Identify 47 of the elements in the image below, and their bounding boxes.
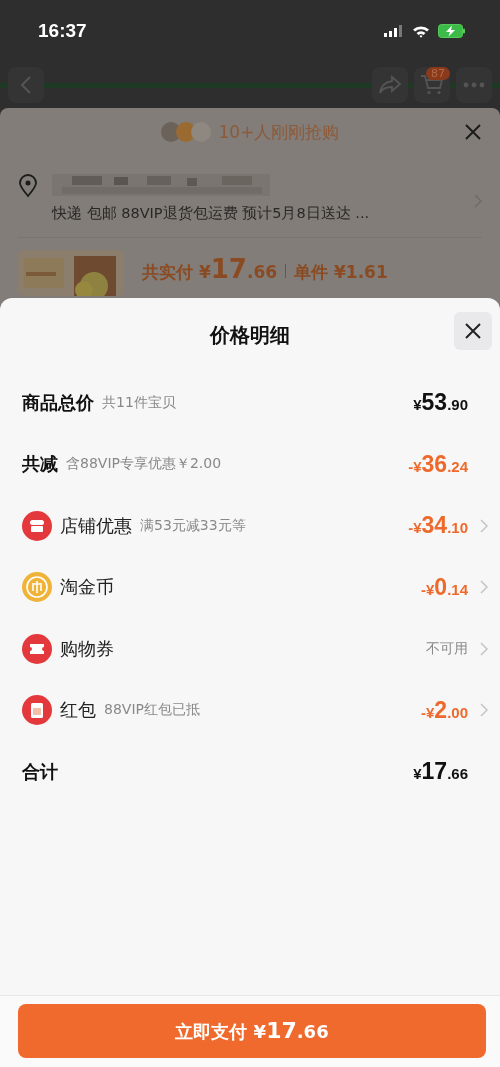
share-button[interactable]	[372, 67, 408, 103]
shipping-info-text: 快递 包邮 88VIP退货包运费 预计5月8日送达 ...	[52, 204, 371, 223]
total-paid-price: 共实付 ¥17.66	[142, 254, 278, 284]
row-label: 商品总价	[22, 390, 94, 415]
store-icon	[22, 510, 52, 541]
row-note: 含88VIP专享优惠￥2.00	[66, 455, 222, 474]
signal-icon	[384, 25, 404, 37]
back-button[interactable]	[8, 67, 44, 103]
close-icon	[464, 322, 482, 340]
chevron-right-icon[interactable]	[480, 641, 488, 656]
share-icon	[378, 75, 402, 95]
row-label: 店铺优惠	[60, 513, 132, 538]
amount-text: -¥36.24	[408, 450, 468, 478]
row-label: 购物券	[60, 636, 114, 661]
envelope-icon	[22, 695, 52, 726]
pay-now-button[interactable]: 立即支付 ¥17.66	[18, 1004, 486, 1058]
wifi-icon	[412, 24, 430, 38]
back-icon	[20, 76, 32, 94]
battery-charging-icon	[438, 24, 466, 38]
ticket-icon	[22, 633, 52, 664]
row-note: 共11件宝贝	[102, 393, 176, 412]
status-text: 不可用	[426, 639, 468, 658]
row-label: 共减	[22, 452, 58, 477]
chevron-right-icon[interactable]	[480, 703, 488, 718]
amount-text: -¥34.10	[408, 512, 468, 540]
amount-text: -¥2.00	[421, 696, 468, 724]
sheet-title: 价格明细	[210, 321, 290, 349]
amount-text: -¥0.14	[421, 573, 468, 601]
chevron-right-icon[interactable]	[480, 580, 488, 595]
row-label: 淘金币	[60, 575, 114, 600]
purchase-banner-text: 10+人刚刚抢购	[218, 120, 340, 144]
unit-price: 单件 ¥1.61	[294, 261, 388, 284]
close-button[interactable]	[454, 312, 492, 350]
status-time: 16:37	[38, 20, 87, 42]
amount-text: ¥53.90	[413, 389, 468, 417]
close-icon[interactable]	[464, 123, 482, 141]
row-note: 88VIP红包已抵	[104, 701, 200, 720]
avatar-group-icon	[160, 121, 213, 143]
more-icon	[463, 82, 485, 88]
row-note: 满53元减33元等	[140, 516, 246, 535]
more-button[interactable]	[456, 67, 492, 103]
amount-text: ¥17.66	[413, 758, 468, 786]
row-label: 红包	[60, 698, 96, 723]
location-pin-icon	[18, 174, 38, 198]
chevron-right-icon[interactable]	[480, 518, 488, 533]
coin-icon	[22, 572, 52, 603]
row-label: 合计	[22, 759, 58, 784]
